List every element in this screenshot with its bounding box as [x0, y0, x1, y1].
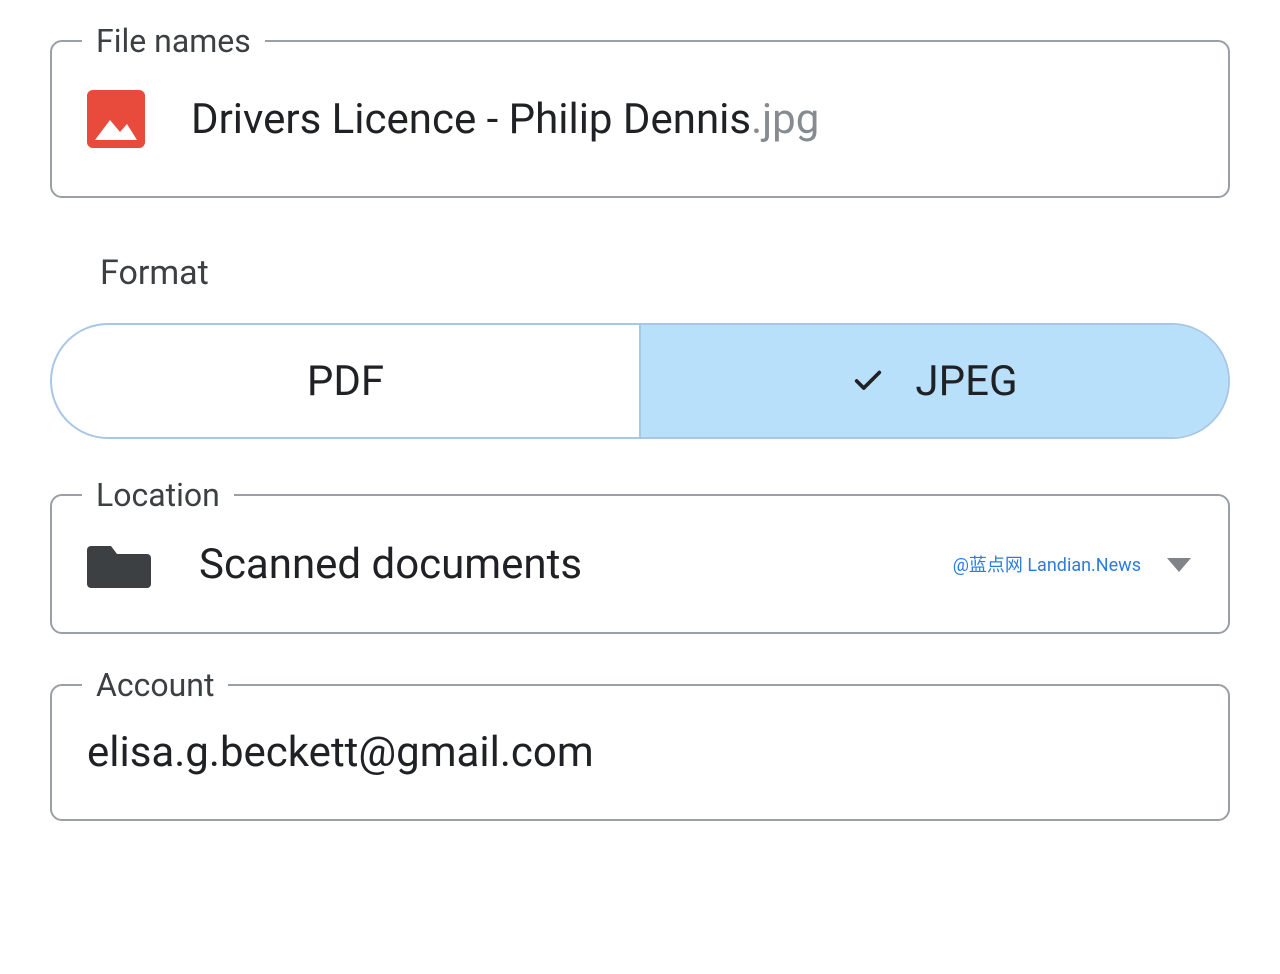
location-row: Scanned documents @蓝点网 Landian.News: [87, 538, 1193, 590]
file-row: Drivers Licence - Philip Dennis.jpg: [87, 90, 1193, 148]
account-field[interactable]: Account elisa.g.beckett@gmail.com: [50, 684, 1230, 821]
format-option-jpeg[interactable]: JPEG: [641, 325, 1228, 437]
file-name-text: Drivers Licence - Philip Dennis.jpg: [191, 95, 819, 144]
account-email: elisa.g.beckett@gmail.com: [87, 728, 1193, 777]
image-icon: [87, 90, 145, 148]
folder-icon: [87, 538, 151, 590]
watermark-text: @蓝点网 Landian.News: [953, 551, 1141, 577]
file-name-base: Drivers Licence - Philip Dennis: [191, 95, 751, 144]
format-option-pdf-label: PDF: [307, 357, 384, 406]
location-right: @蓝点网 Landian.News: [953, 551, 1193, 577]
file-names-field[interactable]: File names Drivers Licence - Philip Denn…: [50, 40, 1230, 198]
location-field[interactable]: Location Scanned documents @蓝点网 Landian.…: [50, 494, 1230, 634]
location-folder-name: Scanned documents: [199, 540, 582, 589]
format-label: Format: [100, 253, 1230, 293]
file-names-legend: File names: [82, 22, 265, 60]
format-option-pdf[interactable]: PDF: [52, 325, 641, 437]
format-option-jpeg-label: JPEG: [915, 357, 1017, 406]
chevron-down-icon[interactable]: [1165, 554, 1193, 574]
location-legend: Location: [82, 476, 234, 514]
location-left: Scanned documents: [87, 538, 582, 590]
account-legend: Account: [82, 666, 228, 704]
format-segmented-control: PDF JPEG: [50, 323, 1230, 439]
file-name-ext: .jpg: [751, 95, 819, 144]
format-section: Format PDF JPEG: [50, 253, 1230, 439]
check-icon: [851, 364, 885, 398]
